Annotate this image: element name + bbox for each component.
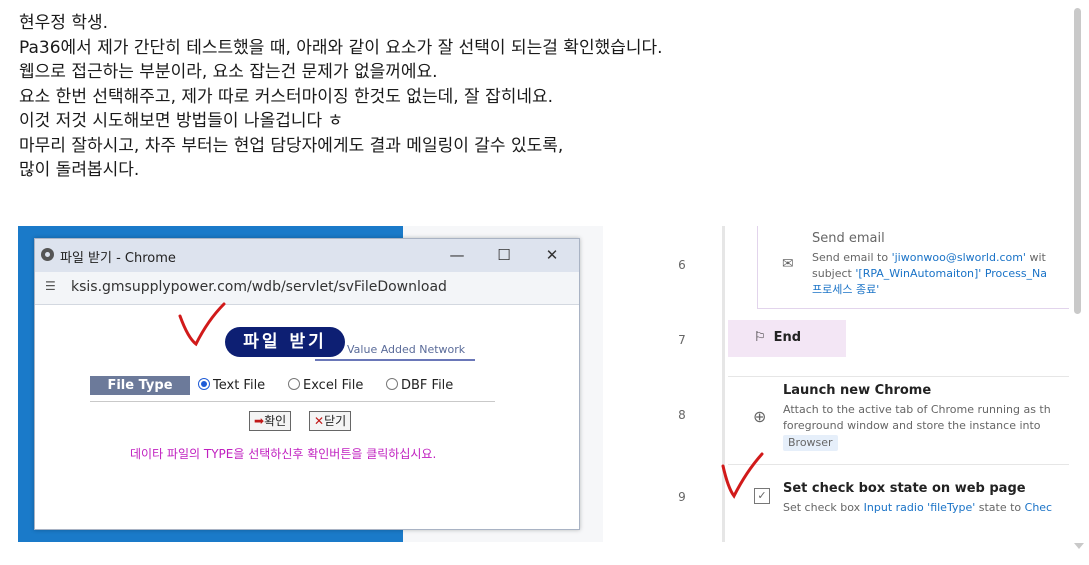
message-line: 이것 저것 시도해보면 방법들이 나올겁니다 ㅎ: [19, 111, 344, 131]
divider: [90, 401, 495, 402]
radio-empty-icon[interactable]: [386, 378, 398, 390]
scrollbar-thumb[interactable]: [1074, 8, 1081, 314]
variable-chip: Browser: [783, 435, 838, 451]
message-line: 마무리 잘하시고, 차주 부터는 현업 담당자에게도 결과 메일링이 갈수 있도…: [19, 135, 564, 156]
logo-subtitle: Value Added Network: [347, 343, 466, 356]
desc-value: '[RPA_WinAutomaiton]' Process_Na: [855, 267, 1048, 280]
step-title: Send email: [812, 231, 885, 246]
step-send-email[interactable]: Send email ✉ Send email to 'jiwonwoo@slw…: [757, 226, 1072, 309]
close-button[interactable]: ✕닫기: [309, 411, 352, 431]
window-title: 파일 받기 - Chrome: [60, 251, 176, 266]
close-window-button[interactable]: ✕: [538, 243, 566, 267]
step-title: Set check box state on web page: [783, 481, 1026, 496]
confirm-button[interactable]: ➡확인: [249, 411, 292, 431]
row-number: 9: [678, 490, 686, 504]
desc-text: subject: [812, 267, 856, 280]
step-desc: Send email to 'jiwonwoo@slworld.com' wit: [812, 250, 1046, 266]
step-title: Launch new Chrome: [783, 383, 932, 398]
radio-label: Text File: [213, 378, 266, 393]
desc-text: Set check box: [783, 501, 864, 514]
globe-icon: ⊕: [753, 407, 767, 426]
radio-excel-file[interactable]: Excel File: [288, 378, 363, 393]
site-info-icon[interactable]: ☰: [45, 279, 61, 293]
url-text[interactable]: ksis.gmsupplypower.com/wdb/servlet/svFil…: [71, 279, 447, 295]
x-icon: ✕: [314, 414, 325, 428]
step-desc: Attach to the active tab of Chrome runni…: [783, 403, 1051, 416]
step-desc: subject '[RPA_WinAutomaiton]' Process_Na: [812, 266, 1047, 282]
desc-text: Send email to: [812, 251, 892, 264]
desc-element: Input radio 'fileType': [863, 501, 976, 514]
step-desc: 프로세스 종료': [812, 283, 880, 296]
step-title: End: [773, 330, 802, 345]
download-page: 파일 받기 Value Added Network File Type Text…: [35, 305, 579, 525]
message-line: 많이 돌려봅시다.: [19, 160, 140, 180]
radio-label: DBF File: [401, 378, 454, 393]
desc-text: wit: [1025, 251, 1046, 264]
chrome-icon: [41, 248, 54, 261]
maximize-button[interactable]: ☐: [490, 243, 518, 267]
radio-selected-icon[interactable]: [198, 378, 210, 390]
message-line: Pa36에서 제가 간단히 테스트했을 때, 아래와 같이 요소가 잘 선택이 …: [19, 37, 663, 58]
step-desc: foreground window and store the instance…: [783, 419, 1041, 432]
page-scrollbar[interactable]: [1069, 0, 1089, 565]
address-bar: ☰ ksis.gmsupplypower.com/wdb/servlet/svF…: [35, 272, 579, 305]
desc-value: Chec: [1024, 501, 1053, 514]
row-number: 8: [678, 408, 686, 422]
row-number: 7: [678, 333, 686, 347]
instruction-notice: 데이타 파일의 TYPE을 선택하신후 확인버튼을 클릭하십시요.: [130, 447, 437, 461]
file-download-logo: 파일 받기: [225, 327, 345, 357]
red-checkmark-icon: [178, 302, 226, 347]
close-label: 닫기: [324, 414, 347, 428]
scroll-down-arrow-icon[interactable]: [1074, 543, 1084, 549]
confirm-label: 확인: [264, 414, 287, 428]
desc-email: 'jiwonwoo@slworld.com': [891, 251, 1026, 264]
row-number: 6: [678, 258, 686, 272]
logo-underline: [315, 359, 475, 361]
radio-empty-icon[interactable]: [288, 378, 300, 390]
window-titlebar: 파일 받기 - Chrome — ☐ ✕: [35, 239, 579, 272]
message-line: 요소 한번 선택해주고, 제가 따로 커스터마이징 한것도 없는데, 잘 잡히네…: [19, 86, 554, 107]
radio-label: Excel File: [303, 378, 364, 393]
step-desc: Set check box Input radio 'fileType' sta…: [783, 500, 1052, 516]
step-set-checkbox[interactable]: Set check box state on web page ✓ Set ch…: [728, 464, 1072, 542]
step-launch-chrome[interactable]: Launch new Chrome ⊕ Attach to the active…: [728, 376, 1072, 460]
message-line: 웹으로 접근하는 부분이라, 요소 잡는건 문제가 없을꺼에요.: [19, 62, 438, 82]
flag-icon: ⚐: [754, 330, 766, 345]
file-download-screenshot: 파일 받기 - Chrome — ☐ ✕ ☰ ksis.gmsupplypowe…: [18, 226, 603, 542]
automation-flow-screenshot: 6 7 8 9 Send email ✉ Send email to 'jiwo…: [662, 226, 1072, 542]
radio-text-file[interactable]: Text File: [198, 378, 265, 393]
message-text: 현우정 학생. Pa36에서 제가 간단히 테스트했을 때, 아래와 같이 요소…: [19, 11, 663, 183]
desc-text: state to: [975, 501, 1025, 514]
red-checkmark-icon: [721, 452, 764, 499]
step-end-label: ⚐ End: [754, 330, 801, 345]
radio-dbf-file[interactable]: DBF File: [386, 378, 453, 393]
arrow-icon: ➡: [254, 414, 265, 428]
email-icon: ✉: [782, 256, 794, 272]
message-line: 현우정 학생.: [19, 13, 109, 33]
file-type-label: File Type: [90, 376, 190, 395]
minimize-button[interactable]: —: [443, 243, 471, 267]
chrome-popup-window: 파일 받기 - Chrome — ☐ ✕ ☰ ksis.gmsupplypowe…: [34, 238, 580, 530]
